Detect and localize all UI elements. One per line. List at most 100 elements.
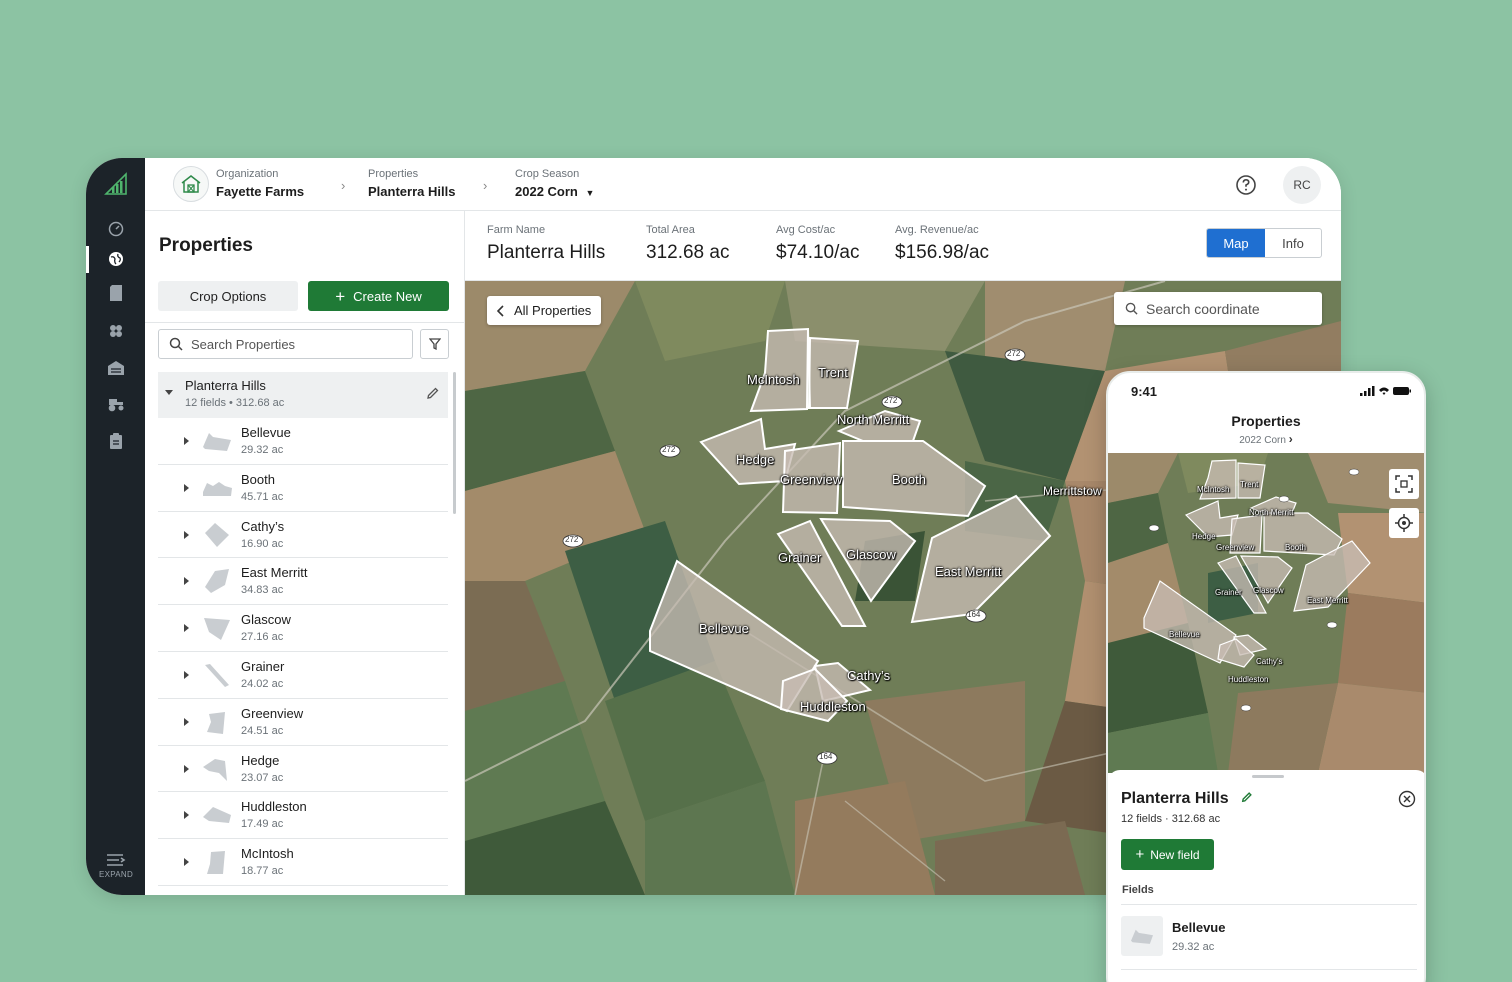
caret-right-icon[interactable] (184, 437, 189, 445)
tractor-icon[interactable] (105, 393, 127, 415)
field-name: Grainer (241, 658, 285, 674)
map-label-glascow[interactable]: Glascow (846, 547, 896, 562)
field-row-hedge[interactable]: Hedge 23.07 ac (158, 746, 448, 793)
phone-map-label-glascow[interactable]: Glascow (1253, 586, 1284, 595)
phone-map-label-hedge[interactable]: Hedge (1192, 532, 1216, 541)
globe-icon[interactable] (105, 248, 127, 270)
create-new-button[interactable]: + Create New (308, 281, 449, 311)
breadcrumb-label: Crop Season (515, 168, 580, 180)
caret-right-icon[interactable] (184, 858, 189, 867)
warehouse-icon[interactable] (105, 357, 127, 379)
phone-satellite-map[interactable]: McIntosh Trent North Merritt Hedge Green… (1108, 453, 1424, 773)
org-avatar[interactable] (173, 166, 209, 202)
map-label-east-merritt[interactable]: East Merritt (935, 564, 1001, 579)
seed-icon[interactable] (105, 320, 127, 342)
field-name: Hedge (241, 752, 280, 768)
caret-right-icon[interactable] (184, 670, 189, 679)
stat-label: Farm Name (487, 224, 546, 236)
phone-field-area: 29.32 ac (1172, 941, 1215, 953)
chevron-left-icon (497, 304, 504, 317)
user-avatar[interactable]: RC (1283, 166, 1321, 204)
field-row-glascow[interactable]: Glascow 27.16 ac (158, 605, 448, 652)
map-label-huddleston[interactable]: Huddleston (800, 699, 866, 714)
search-properties-input[interactable]: Search Properties (158, 329, 413, 359)
field-name: Cathy’s (241, 518, 285, 534)
caret-right-icon[interactable] (184, 624, 189, 633)
field-row-grainer[interactable]: Grainer 24.02 ac (158, 652, 448, 699)
scrollbar[interactable] (453, 372, 456, 514)
phone-map-label-booth[interactable]: Booth (1285, 543, 1306, 552)
field-area: 23.07 ac (241, 771, 284, 784)
caret-right-icon[interactable] (184, 717, 189, 726)
field-row-mcintosh[interactable]: McIntosh 18.77 ac (158, 839, 448, 886)
my-location-button[interactable] (1389, 508, 1419, 538)
phone-map-label-trent[interactable]: Trent (1240, 480, 1258, 489)
search-placeholder: Search Properties (191, 336, 296, 352)
caret-right-icon[interactable] (184, 483, 189, 492)
expand-icon (107, 854, 126, 866)
map-label-bellevue[interactable]: Bellevue (699, 621, 749, 636)
breadcrumb-crop-season[interactable]: Crop Season 2022 Corn ▼ (515, 168, 594, 199)
field-row-cathys[interactable]: Cathy’s 16.90 ac (158, 512, 448, 559)
status-time: 9:41 (1131, 384, 1158, 399)
search-icon (1125, 302, 1138, 315)
field-area: 27.16 ac (241, 631, 284, 644)
sheet-handle[interactable] (1252, 775, 1284, 778)
new-field-button[interactable]: + New field (1121, 839, 1214, 870)
expand-button[interactable]: EXPAND (96, 852, 136, 879)
top-bar: Organization Fayette Farms › Properties … (145, 158, 1341, 211)
help-icon[interactable] (1235, 174, 1257, 196)
map-label-hedge[interactable]: Hedge (736, 452, 774, 467)
phone-map-label-cathys[interactable]: Cathy’s (1256, 657, 1283, 666)
pencil-icon[interactable] (426, 386, 440, 400)
field-row-greenview[interactable]: Greenview 24.51 ac (158, 699, 448, 746)
phone-map-label-north-merritt[interactable]: North Merritt (1249, 508, 1293, 517)
field-name: East Merritt (241, 565, 308, 581)
field-shape-icon (207, 711, 225, 734)
map-label-mcintosh[interactable]: McIntosh (747, 372, 800, 387)
caret-right-icon[interactable] (184, 811, 189, 820)
map-label-grainer[interactable]: Grainer (778, 550, 821, 565)
fit-bounds-button[interactable] (1389, 469, 1419, 499)
phone-map-label-greenview[interactable]: Greenview (1216, 543, 1254, 552)
all-properties-button[interactable]: All Properties (487, 296, 602, 325)
map-label-cathys[interactable]: Cathy’s (847, 668, 890, 683)
phone-map-label-huddleston[interactable]: Huddleston (1228, 675, 1268, 684)
field-shape-icon (203, 481, 232, 496)
map-label-greenview[interactable]: Greenview (780, 472, 842, 487)
field-row-booth[interactable]: Booth 45.71 ac (158, 465, 448, 512)
notebook-icon[interactable] (105, 282, 127, 304)
phone-subtitle[interactable]: 2022 Corn › (1108, 432, 1424, 446)
field-area: 17.49 ac (241, 818, 284, 831)
phone-map-label-east-merritt[interactable]: East Merritt (1307, 596, 1348, 605)
map-label-booth[interactable]: Booth (892, 472, 926, 487)
phone-map-label-grainer[interactable]: Grainer (1215, 588, 1242, 597)
info-tab[interactable]: Info (1265, 229, 1321, 257)
field-row-bellevue[interactable]: Bellevue 29.32 ac (158, 418, 448, 465)
map-label-north-merritt[interactable]: North Merritt (837, 412, 909, 427)
phone-field-name[interactable]: Bellevue (1172, 920, 1225, 935)
caret-right-icon[interactable] (184, 577, 189, 586)
caret-right-icon[interactable] (184, 764, 189, 773)
property-name: Planterra Hills (185, 378, 266, 393)
search-coordinate-input[interactable]: Search coordinate (1114, 292, 1322, 325)
crop-options-button[interactable]: Crop Options (158, 281, 298, 311)
phone-map-label-mcintosh[interactable]: McIntosh (1197, 485, 1229, 494)
phone-map-label-bellevue[interactable]: Bellevue (1169, 630, 1200, 639)
dashboard-icon[interactable] (105, 218, 127, 240)
map-label-trent[interactable]: Trent (818, 365, 848, 380)
caret-right-icon[interactable] (184, 530, 189, 539)
close-icon[interactable] (1398, 790, 1416, 808)
filter-button[interactable] (420, 329, 449, 359)
stat-label: Total Area (646, 224, 695, 236)
field-row-east-merritt[interactable]: East Merritt 34.83 ac (158, 558, 448, 606)
clipboard-icon[interactable] (105, 430, 127, 452)
property-row-planterra-hills[interactable]: Planterra Hills 12 fields • 312.68 ac (158, 372, 448, 418)
pencil-icon[interactable] (1241, 791, 1253, 803)
breadcrumb-properties[interactable]: Properties Planterra Hills (368, 168, 455, 199)
caret-down-icon[interactable] (165, 390, 173, 395)
field-row-huddleston[interactable]: Huddleston 17.49 ac (158, 792, 448, 840)
breadcrumb-organization[interactable]: Organization Fayette Farms (216, 168, 304, 199)
map-tab[interactable]: Map (1207, 229, 1265, 257)
app-logo-icon[interactable] (104, 172, 128, 196)
